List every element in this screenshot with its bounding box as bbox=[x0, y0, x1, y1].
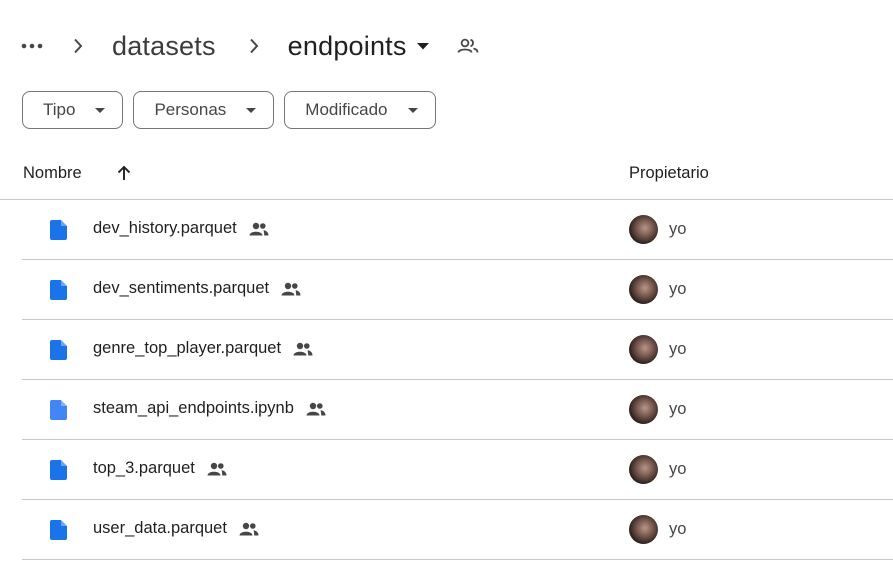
table-row[interactable]: dev_history.parquet yo bbox=[22, 200, 893, 260]
chevron-right-icon bbox=[70, 38, 86, 54]
table-row[interactable]: dev_sentiments.parquet yo bbox=[22, 260, 893, 320]
filter-chip-modified[interactable]: Modificado bbox=[284, 91, 436, 129]
file-name: top_3.parquet bbox=[93, 459, 227, 478]
caret-down-icon bbox=[95, 107, 106, 113]
avatar bbox=[629, 515, 658, 544]
caret-down-icon bbox=[407, 107, 418, 113]
filter-chip-label: Personas bbox=[154, 100, 227, 119]
shared-people-icon bbox=[306, 402, 326, 416]
table-row[interactable]: top_3.parquet yo bbox=[22, 440, 893, 500]
filter-bar: Tipo Personas Modificado bbox=[22, 91, 436, 129]
shared-people-icon bbox=[293, 342, 313, 356]
file-name: genre_top_player.parquet bbox=[93, 339, 313, 358]
table-row[interactable]: user_data.parquet yo bbox=[22, 500, 893, 560]
breadcrumb: datasets endpoints bbox=[18, 24, 479, 68]
owner-label: yo bbox=[669, 280, 687, 298]
breadcrumb-current: endpoints bbox=[287, 30, 407, 61]
file-name: dev_sentiments.parquet bbox=[93, 279, 301, 298]
caret-down-icon bbox=[246, 107, 257, 113]
filter-chip-label: Modificado bbox=[305, 100, 388, 119]
owner-label: yo bbox=[669, 400, 687, 418]
file-icon bbox=[50, 220, 67, 245]
table-header: Nombre Propietario bbox=[0, 150, 893, 200]
avatar bbox=[629, 215, 658, 244]
file-icon bbox=[50, 520, 67, 545]
column-header-owner[interactable]: Propietario bbox=[629, 164, 709, 183]
file-name-text: dev_history.parquet bbox=[93, 219, 237, 237]
file-name-text: steam_api_endpoints.ipynb bbox=[93, 399, 294, 417]
more-horiz-icon[interactable] bbox=[18, 32, 46, 60]
owner-label: yo bbox=[669, 520, 687, 538]
avatar bbox=[629, 455, 658, 484]
file-icon bbox=[50, 460, 67, 485]
owner-label: yo bbox=[669, 220, 687, 238]
arrow-up-icon[interactable] bbox=[114, 163, 134, 188]
file-icon bbox=[50, 340, 67, 365]
filter-chip-people[interactable]: Personas bbox=[133, 91, 275, 129]
drive-folder-view: datasets endpoints Tipo Personas Modific… bbox=[0, 0, 893, 583]
file-name: user_data.parquet bbox=[93, 519, 259, 538]
table-row[interactable]: genre_top_player.parquet yo bbox=[22, 320, 893, 380]
breadcrumb-parent[interactable]: datasets bbox=[112, 31, 216, 62]
file-list: dev_history.parquet yo dev_sentiments.pa… bbox=[0, 200, 893, 560]
column-header-name[interactable]: Nombre bbox=[23, 164, 82, 183]
avatar bbox=[629, 335, 658, 364]
caret-down-icon bbox=[416, 42, 429, 50]
shared-people-icon bbox=[281, 282, 301, 296]
file-name: steam_api_endpoints.ipynb bbox=[93, 399, 326, 418]
breadcrumb-current-menu[interactable]: endpoints bbox=[288, 31, 429, 62]
table-row[interactable]: steam_api_endpoints.ipynb yo bbox=[22, 380, 893, 440]
filter-chip-label: Tipo bbox=[43, 100, 76, 119]
shared-people-icon bbox=[239, 522, 259, 536]
owner-label: yo bbox=[669, 340, 687, 358]
file-name: dev_history.parquet bbox=[93, 219, 269, 238]
chevron-right-icon bbox=[246, 38, 262, 54]
owner-label: yo bbox=[669, 460, 687, 478]
file-name-text: dev_sentiments.parquet bbox=[93, 279, 270, 297]
filter-chip-type[interactable]: Tipo bbox=[22, 91, 124, 129]
file-name-text: top_3.parquet bbox=[93, 459, 195, 477]
avatar bbox=[629, 395, 658, 424]
file-name-text: user_data.parquet bbox=[93, 519, 227, 537]
people-outline-icon[interactable] bbox=[457, 38, 479, 54]
notebook-file-icon bbox=[50, 400, 67, 425]
avatar bbox=[629, 275, 658, 304]
shared-people-icon bbox=[249, 222, 269, 236]
shared-people-icon bbox=[207, 462, 227, 476]
file-name-text: genre_top_player.parquet bbox=[93, 339, 282, 357]
file-icon bbox=[50, 280, 67, 305]
